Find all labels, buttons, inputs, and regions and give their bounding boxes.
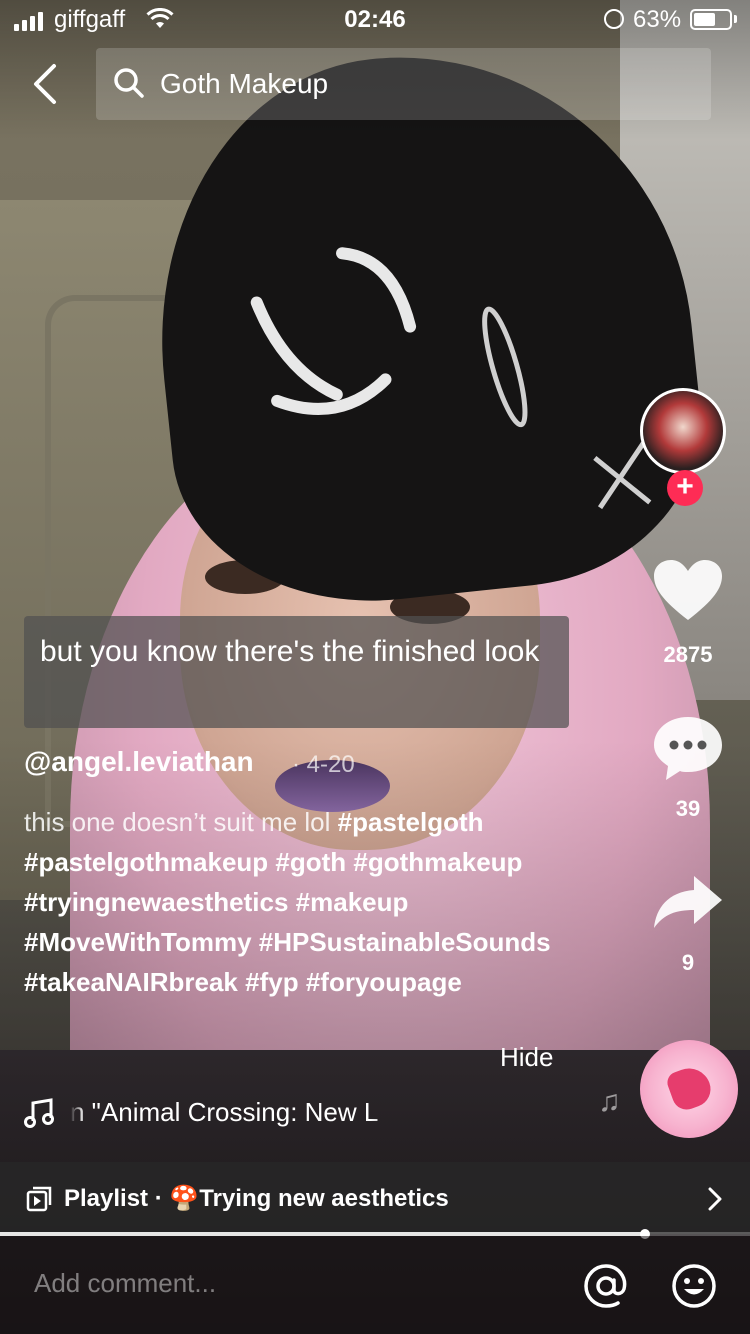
floating-note-icon: ♫ [598, 1085, 621, 1118]
post-description: this one doesn’t suit me lol #pastelgoth… [24, 802, 584, 1002]
hashtag[interactable]: #foryoupage [306, 967, 462, 997]
hashtag[interactable]: #gothmakeup [353, 847, 522, 877]
hide-description-button[interactable]: Hide [500, 1042, 553, 1073]
caption-text: but you know there's the finished look [40, 635, 540, 668]
hashtag[interactable]: #goth [275, 847, 346, 877]
description-text: this one doesn’t suit me lol [24, 807, 338, 837]
battery-icon [690, 9, 732, 30]
music-disc[interactable] [640, 1040, 738, 1138]
music-note-icon [24, 1098, 54, 1128]
creator-username[interactable]: @angel.leviathan [24, 746, 254, 778]
back-icon[interactable] [24, 62, 68, 106]
hashtag[interactable]: #pastelgothmakeup [24, 847, 268, 877]
hashtag[interactable]: #makeup [296, 887, 409, 917]
hashtag[interactable]: #pastelgoth [338, 807, 484, 837]
playlist-icon [26, 1186, 52, 1212]
orientation-lock-icon [604, 9, 624, 29]
playlist-bar[interactable]: Playlist · 🍄Trying new aesthetics [0, 1162, 750, 1234]
playlist-label: Playlist · 🍄Trying new aesthetics [64, 1185, 449, 1212]
creator-avatar[interactable] [640, 388, 726, 474]
heart-icon[interactable] [652, 558, 724, 624]
at-icon[interactable] [582, 1262, 630, 1310]
search-icon [114, 68, 144, 98]
share-icon[interactable] [652, 874, 724, 930]
battery-percent: 63% [633, 6, 682, 33]
like-count: 2875 [663, 642, 713, 667]
comment-icon[interactable] [652, 714, 724, 782]
hashtag[interactable]: #tryingnewaesthetics [24, 887, 288, 917]
share-count: 9 [681, 950, 695, 975]
playlist-name: Trying new aesthetics [199, 1185, 449, 1212]
hashtag[interactable]: #fyp [245, 967, 298, 997]
hashtag[interactable]: #MoveWithTommy [24, 927, 252, 957]
search-query: Goth Makeup [160, 68, 329, 99]
hashtag[interactable]: #takeaNAIRbreak [24, 967, 238, 997]
caption-overlay: but you know there's the finished look [24, 616, 569, 728]
hashtag[interactable]: #HPSustainableSounds [259, 927, 551, 957]
comment-bar [0, 1236, 750, 1334]
status-bar: giffgaff 02:46 63% [0, 0, 750, 40]
search-bar[interactable]: Goth Makeup [96, 48, 711, 120]
emoji-icon[interactable] [670, 1262, 718, 1310]
chevron-right-icon [708, 1187, 722, 1211]
comment-count: 39 [675, 796, 701, 821]
follow-button[interactable]: + [667, 470, 703, 506]
music-title[interactable]: n "Animal Crossing: New L [70, 1097, 414, 1128]
mushroom-emoji: 🍄 [169, 1185, 200, 1212]
comment-input[interactable] [34, 1268, 554, 1299]
post-date: · 4-20 [292, 751, 355, 778]
